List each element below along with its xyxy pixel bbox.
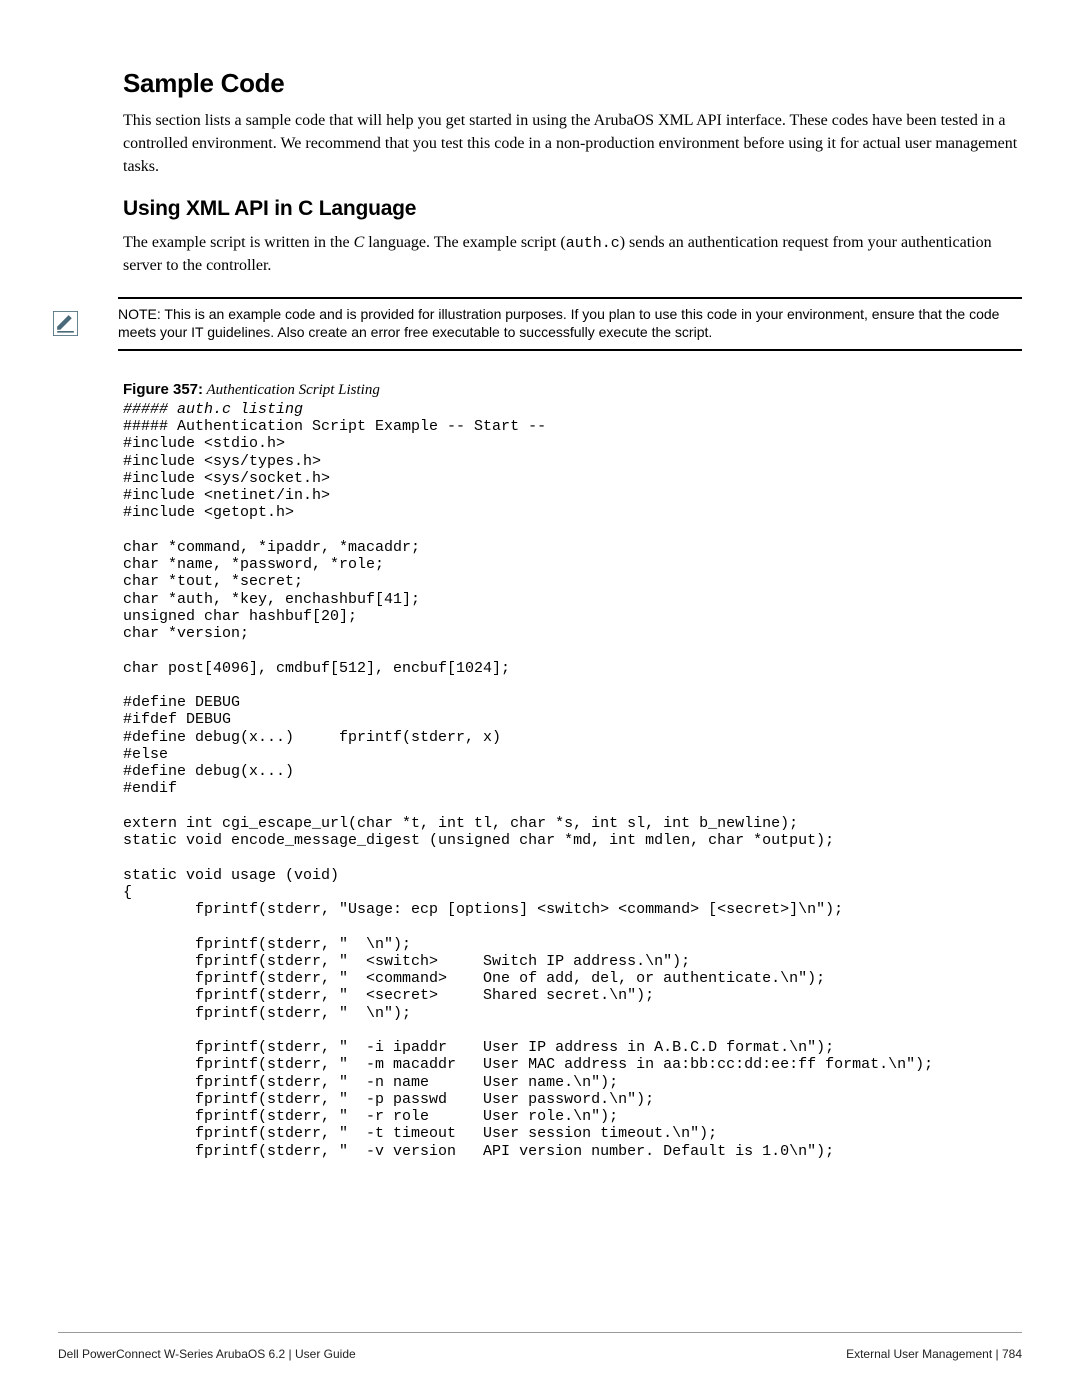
footer-right: External User Management | 784	[846, 1347, 1022, 1361]
figure-caption: Figure 357: Authentication Script Listin…	[123, 381, 1022, 399]
heading-sample-code: Sample Code	[123, 68, 1022, 99]
code-first-line: ##### auth.c listing	[123, 401, 303, 418]
footer-page-number: 784	[1002, 1347, 1022, 1361]
figure-title: Authentication Script Listing	[203, 382, 380, 398]
para2-italic: C	[354, 234, 365, 251]
footer-section: External User Management	[846, 1347, 992, 1361]
code-body: ##### Authentication Script Example -- S…	[123, 418, 933, 1160]
page-content: Sample Code This section lists a sample …	[0, 0, 1080, 1160]
heading-xml-api-c: Using XML API in C Language	[123, 197, 1022, 221]
note-block: NOTE: This is an example code and is pro…	[53, 297, 1022, 351]
note-box: NOTE: This is an example code and is pro…	[118, 297, 1022, 351]
note-text: NOTE: This is an example code and is pro…	[118, 305, 1022, 341]
intro-paragraph: This section lists a sample code that wi…	[123, 109, 1022, 179]
footer-divider: |	[992, 1347, 1002, 1361]
code-listing: ##### auth.c listing ##### Authenticatio…	[123, 401, 1022, 1160]
para2-mono: auth.c	[566, 235, 620, 252]
pencil-icon	[53, 311, 78, 336]
para2-mid: language. The example script (	[364, 234, 565, 251]
page-footer: Dell PowerConnect W-Series ArubaOS 6.2 |…	[58, 1332, 1022, 1361]
para2-pre: The example script is written in the	[123, 234, 354, 251]
footer-left: Dell PowerConnect W-Series ArubaOS 6.2 |…	[58, 1347, 356, 1361]
figure-label: Figure 357:	[123, 381, 203, 398]
example-paragraph: The example script is written in the C l…	[123, 231, 1022, 278]
